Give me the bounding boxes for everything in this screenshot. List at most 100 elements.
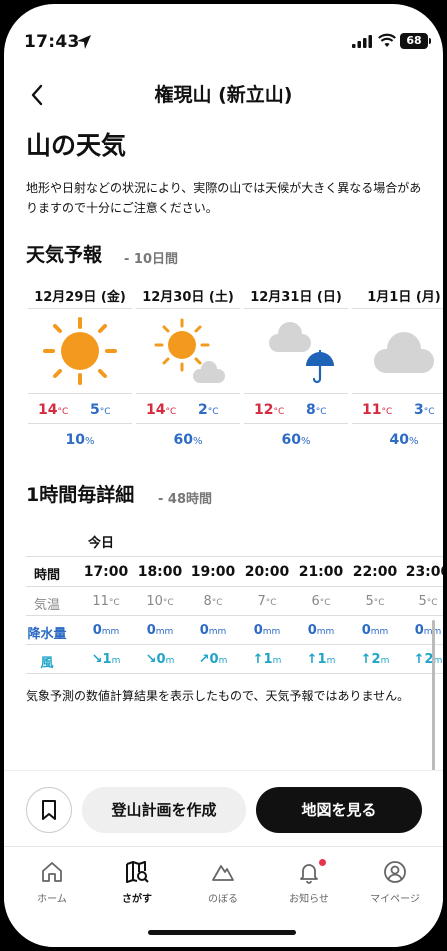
sun-cloud-icon (154, 318, 225, 383)
divider (28, 308, 132, 309)
phone-screen: 17:43 68 権現山 (新立山) 山の天気 地形や日射などの状況により、実際… (4, 4, 443, 947)
hour-rain: 0mm (307, 623, 335, 638)
divider (244, 308, 348, 309)
divider (28, 423, 132, 424)
bookmark-button[interactable] (26, 787, 72, 833)
today-label: 今日 (88, 536, 115, 551)
tab-notifications[interactable]: お知らせ (274, 855, 344, 915)
tab-label: マイページ (370, 894, 420, 905)
divider (136, 423, 240, 424)
signal-icon (352, 35, 372, 48)
view-map-button[interactable]: 地図を見る (256, 787, 422, 833)
hour-rain: 0mm (361, 623, 389, 638)
scrollbar[interactable] (432, 620, 435, 770)
tab-climb[interactable]: のぼる (188, 855, 258, 915)
tab-label: さがす (122, 894, 152, 905)
forecast-day: 1月1日 (月) 11°C 3°C 40% (352, 280, 443, 448)
mountain-weather-title: 山の天気 (26, 131, 127, 160)
home-indicator[interactable] (148, 930, 296, 935)
forecast-date: 12月30日 (土) (142, 290, 234, 305)
status-time: 17:43 (24, 32, 80, 52)
temp-low: 8°C (306, 402, 327, 418)
hour-rain: 0mm (414, 623, 442, 638)
tab-label: お知らせ (289, 894, 329, 905)
divider (26, 615, 443, 616)
hour-time: 17:00 (83, 564, 129, 580)
create-plan-button[interactable]: 登山計画を作成 (82, 787, 246, 833)
divider (26, 556, 443, 557)
hour-temp: 10°C (146, 594, 174, 609)
tab-search[interactable]: さがす (102, 855, 172, 915)
location-arrow-icon (77, 35, 91, 49)
hour-time: 20:00 (244, 564, 290, 580)
forecast-day: 12月31日 (日) 12°C 8°C 60% (244, 280, 348, 448)
divider (26, 673, 443, 674)
temp-low: 3°C (414, 402, 435, 418)
wifi-icon (378, 33, 396, 47)
divider (352, 393, 443, 394)
temp-high: 14°C (38, 402, 69, 418)
divider (28, 393, 132, 394)
weather-content[interactable]: 山の天気 地形や日射などの状況により、実際の山では天候が大きく異なる場合がありま… (4, 120, 443, 770)
forecast-date: 12月29日 (金) (34, 290, 126, 305)
hour-temp: 11°C (92, 594, 120, 609)
tab-label: ホーム (37, 894, 67, 905)
hour-rain: 0mm (199, 623, 227, 638)
row-label-rain: 降水量 (27, 627, 67, 642)
hourly-title: 1時間毎詳細 (26, 484, 135, 506)
divider (244, 393, 348, 394)
hour-wind: ↑2m (360, 652, 390, 667)
hourly-subtitle: - 48時間 (158, 492, 213, 507)
bell-icon (300, 864, 318, 884)
hour-wind: ↗0m (198, 652, 228, 667)
status-bar: 17:43 68 (4, 4, 443, 80)
tab-mypage[interactable]: マイページ (360, 855, 430, 915)
row-label-wind: 風 (40, 656, 54, 671)
hour-temp: 5°C (365, 594, 385, 609)
hour-time: 22:00 (352, 564, 398, 580)
rain-probability: 40% (389, 432, 419, 448)
forecast-subtitle: - 10日間 (124, 252, 179, 267)
rain-probability: 60% (173, 432, 203, 448)
hour-wind: ↑1m (252, 652, 282, 667)
hour-wind: ↑1m (306, 652, 336, 667)
temp-low: 5°C (90, 402, 111, 418)
divider (352, 308, 443, 309)
hour-temp: 7°C (257, 594, 277, 609)
notification-dot (319, 859, 326, 866)
map-search-icon (126, 861, 149, 883)
tab-label: のぼる (208, 894, 238, 905)
hour-time: 21:00 (298, 564, 344, 580)
cloud-icon (374, 332, 434, 373)
cloud-umbrella-icon (269, 322, 334, 384)
forecast-title: 天気予報 (26, 244, 103, 266)
divider (26, 644, 443, 645)
hour-time: 19:00 (190, 564, 236, 580)
hour-temp: 5°C (418, 594, 438, 609)
temp-high: 12°C (254, 402, 285, 418)
mountain-weather-note: 地形や日射などの状況により、実際の山では天候が大きく異なる場合がありますので十分… (26, 181, 422, 215)
action-bar: 登山計画を作成 地図を見る (4, 770, 443, 846)
temp-high: 11°C (362, 402, 393, 418)
hour-wind: ↘1m (91, 652, 121, 667)
forecast-date: 1月1日 (月) (367, 290, 441, 305)
divider (26, 586, 443, 587)
temp-high: 14°C (146, 402, 177, 418)
temp-low: 2°C (198, 402, 219, 418)
tab-home[interactable]: ホーム (17, 855, 87, 915)
hour-rain: 0mm (92, 623, 120, 638)
rain-probability: 10% (65, 432, 95, 448)
forecast-day: 12月30日 (土) 14°C 2°C 60% (136, 280, 240, 448)
hour-rain: 0mm (146, 623, 174, 638)
mountain-icon (212, 865, 234, 881)
hour-time: 23:00 (405, 564, 443, 580)
forecast-day: 12月29日 (金) 14°C 5°C 10% (28, 280, 132, 448)
forecast-disclaimer: 気象予測の数値計算結果を表示したもので、天気予報ではありません。 (26, 689, 410, 703)
sun-icon (43, 317, 117, 385)
divider (136, 308, 240, 309)
forecast-date: 12月31日 (日) (250, 290, 342, 305)
bookmark-icon (42, 800, 56, 820)
page-title: 権現山 (新立山) (154, 84, 293, 106)
rain-probability: 60% (281, 432, 311, 448)
row-label-temp: 気温 (33, 598, 60, 613)
